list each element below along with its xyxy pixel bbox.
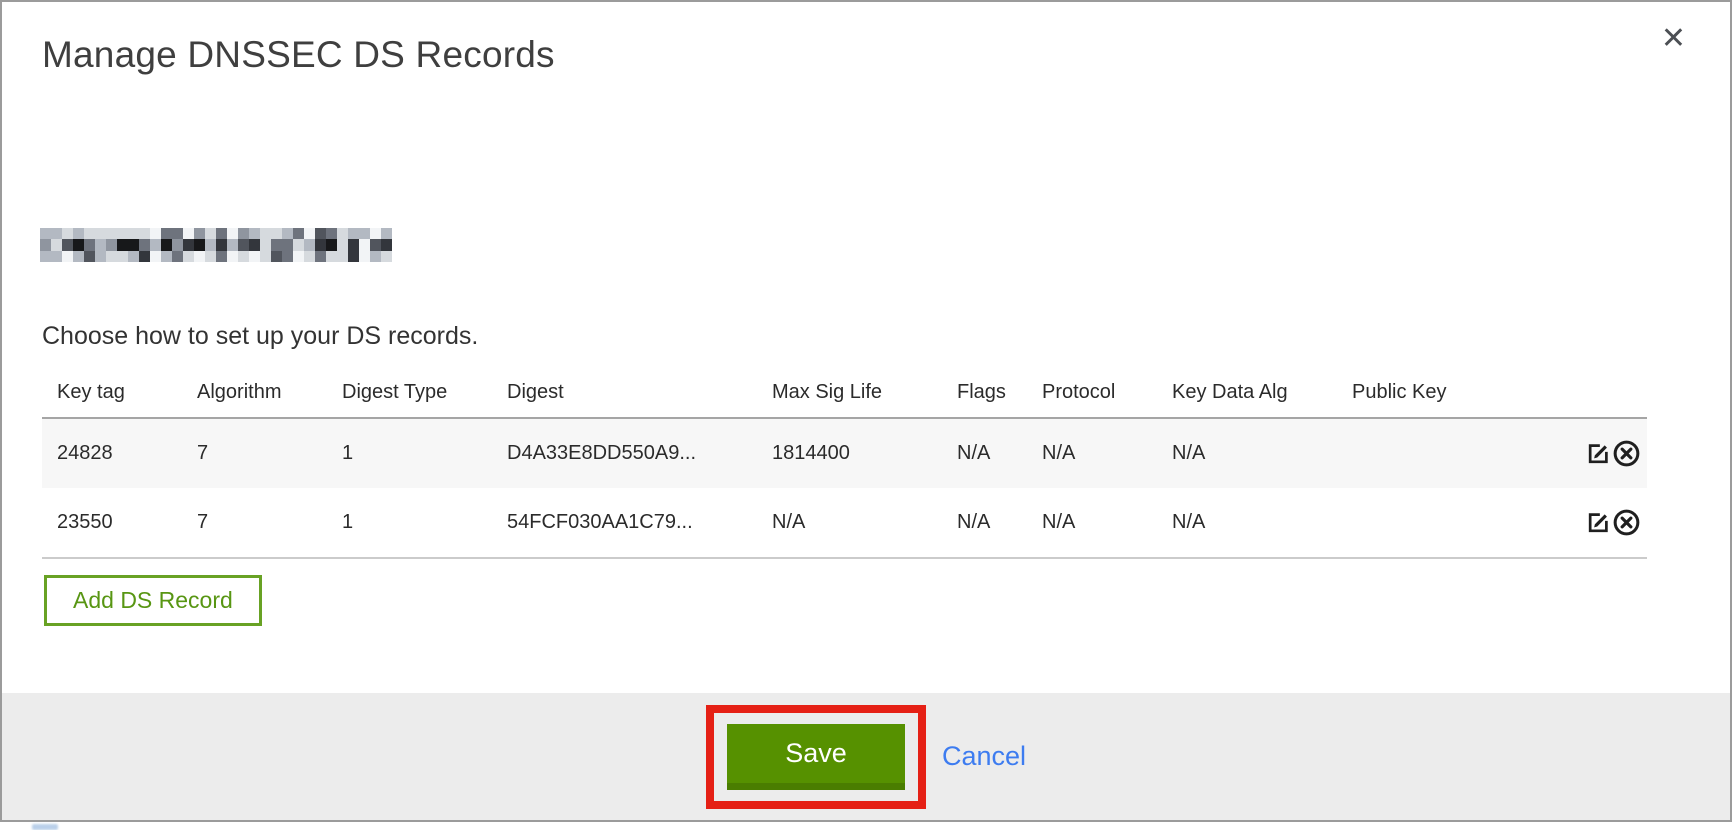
column-header-protocol: Protocol — [1027, 368, 1157, 418]
cell-key-data-alg: N/A — [1157, 418, 1337, 488]
dnssec-modal: ✕ Manage DNSSEC DS Records Choose how to… — [0, 0, 1732, 822]
cell-public-key — [1337, 488, 1512, 558]
cell-key-tag: 23550 — [42, 488, 182, 558]
cell-digest: D4A33E8DD550A9... — [492, 418, 757, 488]
column-header-algorithm: Algorithm — [182, 368, 327, 418]
add-ds-record-button[interactable]: Add DS Record — [44, 575, 262, 626]
cell-public-key — [1337, 418, 1512, 488]
column-header-actions — [1512, 368, 1647, 418]
cancel-link[interactable]: Cancel — [942, 741, 1026, 772]
cell-max-sig-life: 1814400 — [757, 418, 942, 488]
save-button[interactable]: Save — [727, 724, 905, 790]
cell-row-actions — [1512, 418, 1647, 488]
column-header-public-key: Public Key — [1337, 368, 1512, 418]
redacted-domain-name — [40, 228, 392, 262]
cell-protocol: N/A — [1027, 418, 1157, 488]
table-row: 24828 7 1 D4A33E8DD550A9... 1814400 N/A … — [42, 418, 1647, 488]
cell-key-data-alg: N/A — [1157, 488, 1337, 558]
cell-algorithm: 7 — [182, 418, 327, 488]
cell-flags: N/A — [942, 418, 1027, 488]
background-page-artifact — [32, 824, 58, 830]
column-header-flags: Flags — [942, 368, 1027, 418]
page-title: Manage DNSSEC DS Records — [42, 34, 555, 76]
delete-record-icon[interactable] — [1612, 508, 1641, 537]
cell-digest-type: 1 — [327, 418, 492, 488]
table-row: 23550 7 1 54FCF030AA1C79... N/A N/A N/A … — [42, 488, 1647, 558]
table-header-row: Key tag Algorithm Digest Type Digest Max… — [42, 368, 1647, 418]
column-header-key-tag: Key tag — [42, 368, 182, 418]
column-header-digest: Digest — [492, 368, 757, 418]
ds-records-table: Key tag Algorithm Digest Type Digest Max… — [42, 368, 1647, 559]
cell-key-tag: 24828 — [42, 418, 182, 488]
cell-max-sig-life: N/A — [757, 488, 942, 558]
cell-row-actions — [1512, 488, 1647, 558]
column-header-max-sig-life: Max Sig Life — [757, 368, 942, 418]
cell-flags: N/A — [942, 488, 1027, 558]
column-header-key-data-alg: Key Data Alg — [1157, 368, 1337, 418]
cell-digest-type: 1 — [327, 488, 492, 558]
cell-algorithm: 7 — [182, 488, 327, 558]
modal-footer: Save Cancel — [2, 693, 1730, 820]
column-header-digest-type: Digest Type — [327, 368, 492, 418]
delete-record-icon[interactable] — [1612, 439, 1641, 468]
cell-protocol: N/A — [1027, 488, 1157, 558]
save-button-highlight-box: Save — [706, 705, 926, 809]
edit-record-icon[interactable] — [1585, 509, 1612, 536]
instruction-text: Choose how to set up your DS records. — [42, 322, 478, 351]
cell-digest: 54FCF030AA1C79... — [492, 488, 757, 558]
close-icon[interactable]: ✕ — [1661, 24, 1686, 54]
edit-record-icon[interactable] — [1585, 440, 1612, 467]
